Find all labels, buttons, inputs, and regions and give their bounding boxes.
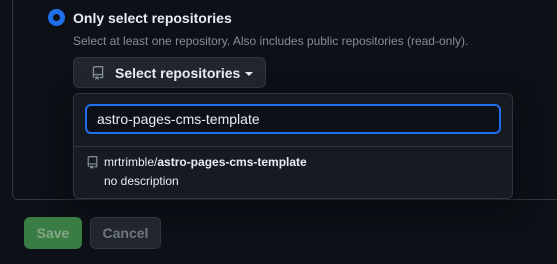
only-select-label: Only select repositories — [73, 9, 232, 26]
only-select-radio[interactable] — [48, 9, 65, 26]
repo-icon — [86, 156, 99, 174]
save-button[interactable]: Save — [24, 217, 82, 249]
only-select-option[interactable]: Only select repositories — [48, 9, 232, 26]
repository-name: astro-pages-cms-template — [157, 155, 307, 169]
repository-filter-input[interactable] — [85, 104, 501, 134]
repo-icon — [91, 65, 105, 80]
repository-full-name: mrtrimble/astro-pages-cms-template — [104, 155, 512, 169]
repository-owner: mrtrimble/ — [104, 155, 158, 169]
popover-filter-area — [74, 94, 512, 147]
repository-access-panel: Only select repositories Select at least… — [0, 0, 557, 264]
select-repositories-button[interactable]: Select repositories — [73, 57, 266, 88]
only-select-help-text: Select at least one repository. Also inc… — [73, 34, 469, 48]
repository-description: no description — [104, 174, 179, 188]
repository-result-item[interactable]: mrtrimble/astro-pages-cms-template no de… — [74, 147, 512, 199]
caret-down-icon — [245, 71, 254, 76]
cancel-button[interactable]: Cancel — [90, 217, 161, 249]
select-repositories-label: Select repositories — [115, 64, 241, 81]
repository-select-popover: mrtrimble/astro-pages-cms-template no de… — [73, 93, 513, 199]
